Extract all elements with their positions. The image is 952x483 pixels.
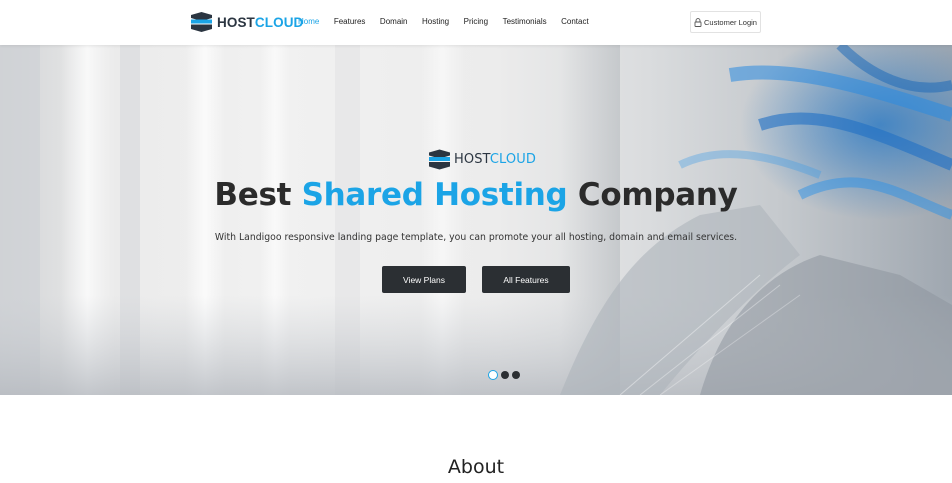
hero-brand-cloud-text: CLOUD — [489, 152, 536, 167]
slider-dot-2[interactable] — [501, 371, 509, 379]
nav-item-home[interactable]: Home — [298, 17, 319, 26]
brand-cloud-text: CLOUD — [254, 14, 304, 30]
hero-brand-name: HOSTCLOUD — [454, 152, 536, 167]
slider-dot-3[interactable] — [512, 371, 520, 379]
about-heading: About — [447, 456, 505, 478]
hero-background-image — [0, 45, 952, 395]
nav-item-features[interactable]: Features — [334, 17, 366, 26]
all-features-button[interactable]: All Features — [482, 266, 570, 293]
nav-item-pricing[interactable]: Pricing — [464, 17, 488, 26]
brand-logo[interactable]: HOSTCLOUD — [191, 11, 303, 33]
nav-item-domain[interactable]: Domain — [380, 17, 408, 26]
hero-brand-logo: HOSTCLOUD — [429, 149, 536, 170]
main-nav: Home Features Domain Hosting Pricing Tes… — [298, 17, 603, 26]
site-header: HOSTCLOUD Home Features Domain Hosting P… — [0, 0, 952, 45]
hero-subtitle: With Landigoo responsive landing page te… — [214, 232, 738, 243]
brand-name: HOSTCLOUD — [217, 15, 303, 30]
hero-slider: HOSTCLOUD Best Shared Hosting Company Wi… — [0, 45, 952, 395]
server-stack-icon — [429, 149, 450, 170]
server-stack-icon — [191, 12, 212, 32]
lock-icon — [694, 17, 702, 27]
customer-login-button[interactable]: Customer Login — [690, 11, 761, 33]
nav-item-hosting[interactable]: Hosting — [422, 17, 449, 26]
hero-brand-host-text: HOST — [454, 152, 490, 167]
view-plans-button[interactable]: View Plans — [382, 266, 466, 293]
hero-title-accent: Shared Hosting — [301, 177, 568, 213]
slider-dot-1[interactable] — [488, 370, 498, 380]
nav-item-contact[interactable]: Contact — [561, 17, 589, 26]
customer-login-label: Customer Login — [704, 17, 757, 27]
nav-item-testimonials[interactable]: Testimonials — [503, 17, 547, 26]
slider-pagination — [488, 370, 523, 380]
hero-title-after: Company — [567, 177, 738, 213]
brand-host-text: HOST — [217, 14, 255, 30]
hero-title-before: Best — [214, 177, 302, 213]
hero-title: Best Shared Hosting Company — [0, 177, 952, 213]
